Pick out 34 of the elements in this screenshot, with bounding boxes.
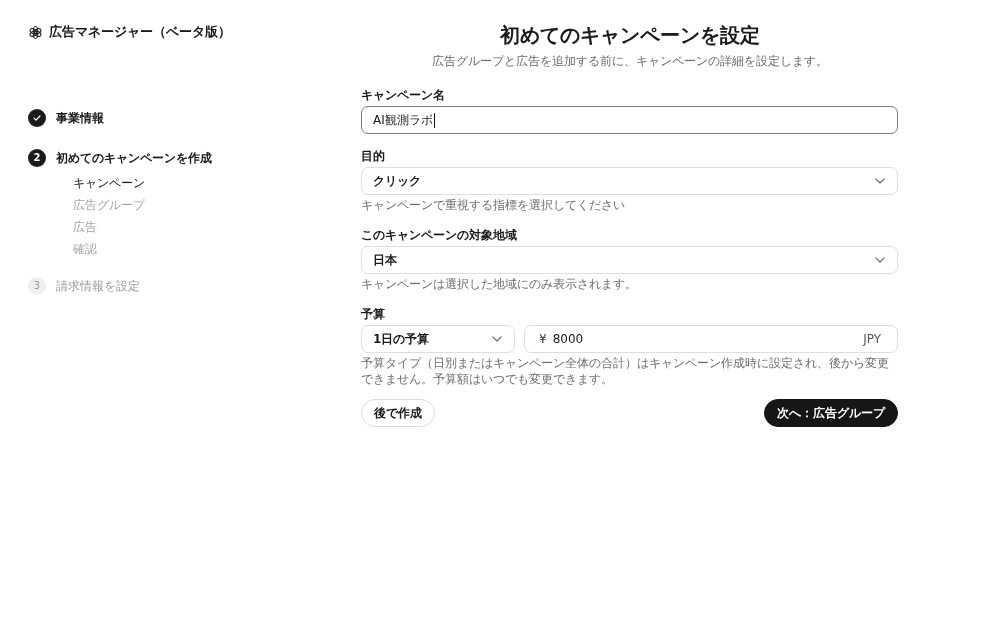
dropdown-select[interactable]: クリック [361,167,898,195]
step-label: 初めてのキャンペーンを作成 [56,150,212,167]
next-button[interactable]: 次へ：広告グループ [764,399,898,427]
field-label: 予算 [361,306,385,322]
chevron-down-icon [875,178,885,184]
text-cursor-icon [433,112,435,128]
dropdown-select[interactable]: 日本 [361,246,898,274]
logo-icon [28,24,43,40]
currency-symbol: ¥ [539,332,547,346]
field-label: キャンペーン名 [361,87,445,103]
step-number: 2 [28,149,46,167]
substep-item: 確認 [73,241,97,258]
step-number: 3 [28,277,46,295]
create-later-button[interactable]: 後で作成 [361,399,435,427]
budget-type-select[interactable]: 1日の予算 [361,325,515,353]
field-label: このキャンペーンの対象地域 [361,227,517,243]
chevron-down-icon [875,257,885,263]
field-hint: キャンペーンは選択した地域にのみ表示されます。 [361,276,638,292]
page-title: 初めてのキャンペーンを設定 [499,22,760,48]
app-title: 広告マネージャー（ベータ版） [49,23,231,41]
text-input[interactable]: AI観測ラボ [361,106,898,134]
page-subtitle: 広告グループと広告を追加する前に、キャンペーンの詳細を設定します。 [431,53,828,69]
substep-item: キャンペーン [73,175,145,192]
chevron-down-icon [492,336,502,342]
budget-amount-input[interactable]: ¥ 8000 JPY [524,325,898,353]
field-hint: キャンペーンで重視する指標を選択してください [361,197,626,213]
field-label: 目的 [361,148,385,164]
step-label: 請求情報を設定 [56,278,140,295]
currency-code: JPY [863,332,881,346]
step-label: 事業情報 [56,110,104,127]
amount-value: 8000 [552,332,584,346]
field-hint: 予算タイプ（日別またはキャンペーン全体の合計）はキャンペーン作成時に設定され、後から変更できません。予算額はいつでも変更できます。 [361,355,890,387]
substep-item: 広告グループ [73,197,145,214]
substep-item: 広告 [73,219,97,236]
